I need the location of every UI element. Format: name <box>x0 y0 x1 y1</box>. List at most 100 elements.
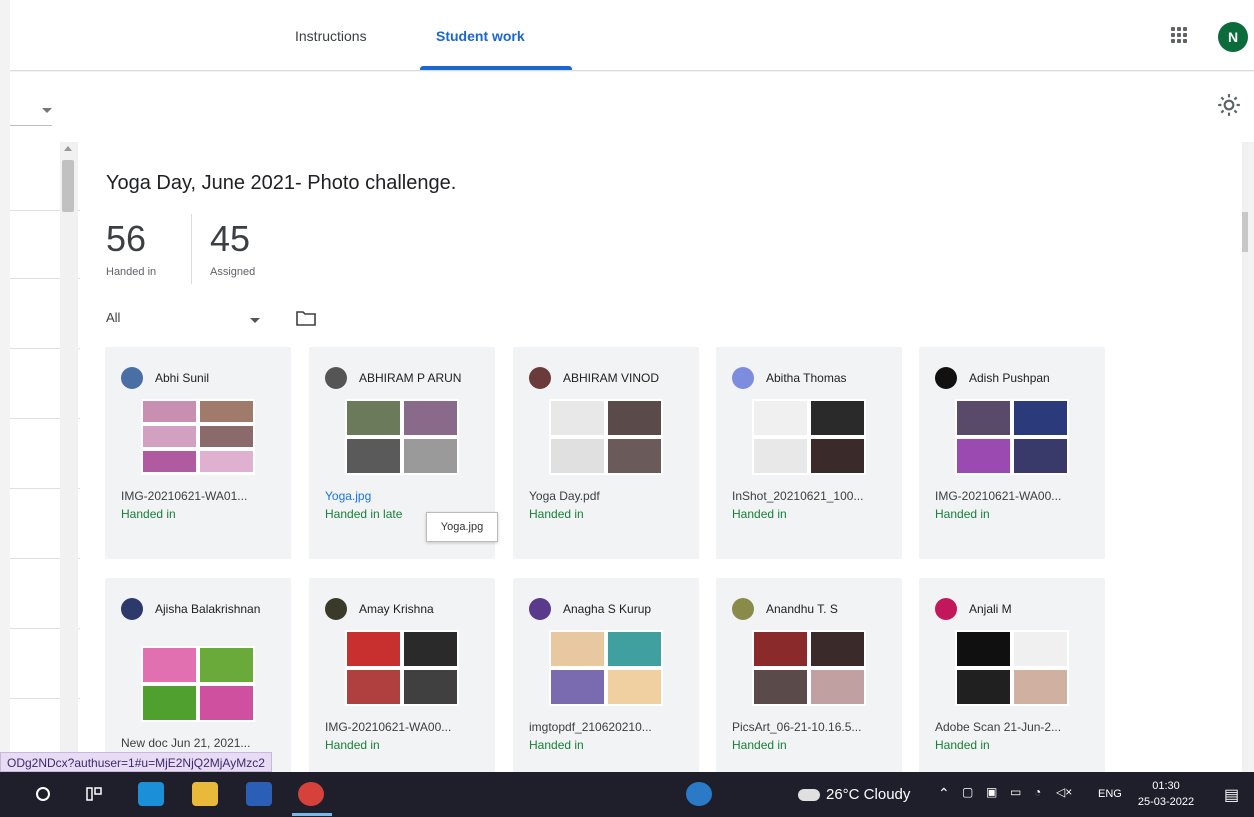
student-card[interactable]: Abitha Thomas InShot_20210621_100... Hande… <box>716 347 902 559</box>
scroll-up-arrow-icon[interactable] <box>64 146 72 151</box>
chrome-icon[interactable] <box>298 782 324 806</box>
language-indicator[interactable]: ENG <box>1098 788 1122 800</box>
student-name: Anandhu T. S <box>766 602 838 616</box>
thumbnail-tile <box>1014 670 1067 704</box>
student-avatar <box>529 367 551 389</box>
thumbnail-tile <box>347 439 400 473</box>
clock[interactable]: 01:30 25-03-2022 <box>1136 778 1196 810</box>
student-card[interactable]: Abhi Sunil IMG-20210621-WA01... Handed in <box>105 347 291 559</box>
student-name: ABHIRAM P ARUN <box>359 371 462 385</box>
wifi-icon[interactable]: ◔ <box>1034 785 1041 799</box>
gear-icon[interactable] <box>1216 92 1242 118</box>
thumbnail-tile <box>957 439 1010 473</box>
chevron-up-icon[interactable]: ⌃ <box>938 785 950 802</box>
student-card[interactable]: Anagha S Kurup imgtopdf_210620210... Hande… <box>513 578 699 790</box>
thumbnail-tile <box>754 401 807 435</box>
network-icon[interactable]: ▢ <box>962 785 973 799</box>
apps-grid-icon[interactable] <box>1171 27 1187 43</box>
student-avatar <box>121 367 143 389</box>
attachment-filename[interactable]: IMG-20210621-WA01... <box>121 489 247 503</box>
class-dropdown[interactable] <box>10 102 52 126</box>
attachment-filename[interactable]: imgtopdf_210620210... <box>529 720 652 734</box>
main-scrollbar[interactable] <box>1242 142 1248 772</box>
thumbnail-tile <box>551 401 604 435</box>
tab-instructions[interactable]: Instructions <box>295 28 367 44</box>
thumbnail-tile <box>1014 401 1067 435</box>
clock-time: 01:30 <box>1152 780 1180 792</box>
student-card[interactable]: Amay Krishna IMG-20210621-WA00... Handed i… <box>309 578 495 790</box>
submission-status: Handed in <box>529 738 584 752</box>
help-icon[interactable] <box>686 782 712 806</box>
tab-student-work[interactable]: Student work <box>436 28 525 44</box>
attachment-filename[interactable]: InShot_20210621_100... <box>732 489 863 503</box>
cloud-icon <box>798 789 820 801</box>
student-name: Ajisha Balakrishnan <box>155 602 261 616</box>
sidebar-scroll-thumb[interactable] <box>62 160 74 212</box>
filter-select[interactable]: All <box>106 310 120 325</box>
thumbnail-tile <box>1014 632 1067 666</box>
student-name: Adish Pushpan <box>969 371 1050 385</box>
attachment-filename[interactable]: Yoga.jpg <box>325 489 371 503</box>
attachment-filename[interactable]: PicsArt_06-21-10.16.5... <box>732 720 861 734</box>
submission-thumbnail[interactable] <box>549 630 663 706</box>
attachment-filename[interactable]: IMG-20210621-WA00... <box>325 720 451 734</box>
task-view-icon[interactable] <box>86 786 102 802</box>
submission-thumbnail[interactable] <box>752 399 866 475</box>
volume-mute-icon[interactable]: ◁× <box>1056 785 1072 799</box>
clock-date: 25-03-2022 <box>1137 796 1195 808</box>
handed-in-label: Handed in <box>106 266 157 278</box>
student-card[interactable]: Adish Pushpan IMG-20210621-WA00... Handed … <box>919 347 1105 559</box>
student-name: Amay Krishna <box>359 602 434 616</box>
sidebar-scrollbar[interactable] <box>60 142 78 772</box>
student-avatar <box>732 598 754 620</box>
thumbnail-tile <box>608 401 661 435</box>
thumbnail-tile <box>143 401 196 422</box>
student-card[interactable]: Anandhu T. S PicsArt_06-21-10.16.5... Hand… <box>716 578 902 790</box>
thumbnail-tile <box>957 670 1010 704</box>
top-bar: Instructions Student work N <box>10 0 1254 71</box>
battery-icon[interactable]: ▭ <box>1010 785 1021 799</box>
submission-thumbnail[interactable] <box>141 646 255 722</box>
thumbnail-tile <box>404 670 457 704</box>
attachment-filename[interactable]: Yoga Day.pdf <box>529 489 600 503</box>
submission-thumbnail[interactable] <box>141 399 255 475</box>
submission-thumbnail[interactable] <box>549 399 663 475</box>
submission-status: Handed in <box>529 507 584 521</box>
attachment-filename[interactable]: IMG-20210621-WA00... <box>935 489 1061 503</box>
submission-thumbnail[interactable] <box>955 630 1069 706</box>
submission-thumbnail[interactable] <box>345 630 459 706</box>
edge-browser-icon[interactable] <box>138 782 164 806</box>
word-icon[interactable] <box>246 782 272 806</box>
thumbnail-tile <box>347 401 400 435</box>
weather-text[interactable]: 26°C Cloudy <box>826 786 910 803</box>
thumbnail-tile <box>143 648 196 682</box>
submission-thumbnail[interactable] <box>345 399 459 475</box>
thumbnail-tile <box>404 401 457 435</box>
thumbnail-tile <box>200 686 253 720</box>
thumbnail-tile <box>608 670 661 704</box>
submission-thumbnail[interactable] <box>955 399 1069 475</box>
search-circle-icon[interactable] <box>36 787 50 801</box>
windows-taskbar: 26°C Cloudy ⌃ ▢ ▣ ▭ ◔ ◁× ENG 01:30 25-03… <box>0 772 1254 817</box>
student-avatar <box>121 598 143 620</box>
attachment-filename[interactable]: Adobe Scan 21-Jun-2... <box>935 720 1061 734</box>
student-card[interactable]: Anjali M Adobe Scan 21-Jun-2... Handed in <box>919 578 1105 790</box>
meet-icon[interactable]: ▣ <box>986 785 997 799</box>
thumbnail-tile <box>811 401 864 435</box>
student-card[interactable]: ABHIRAM VINOD Yoga Day.pdf Handed in <box>513 347 699 559</box>
chevron-down-icon[interactable] <box>250 318 260 323</box>
submission-status: Handed in <box>732 738 787 752</box>
thumbnail-tile <box>200 401 253 422</box>
file-explorer-icon[interactable] <box>192 782 218 806</box>
account-avatar[interactable]: N <box>1218 22 1248 52</box>
assigned-label: Assigned <box>210 266 256 278</box>
attachment-filename[interactable]: New doc Jun 21, 2021... <box>121 736 250 750</box>
student-avatar <box>325 367 347 389</box>
thumbnail-tile <box>551 670 604 704</box>
submission-thumbnail[interactable] <box>752 630 866 706</box>
student-name: Abitha Thomas <box>766 371 847 385</box>
notification-icon[interactable]: ▤ <box>1224 785 1239 805</box>
student-name: Anjali M <box>969 602 1012 616</box>
folder-icon[interactable] <box>296 310 316 326</box>
file-tooltip: Yoga.jpg <box>426 512 498 542</box>
